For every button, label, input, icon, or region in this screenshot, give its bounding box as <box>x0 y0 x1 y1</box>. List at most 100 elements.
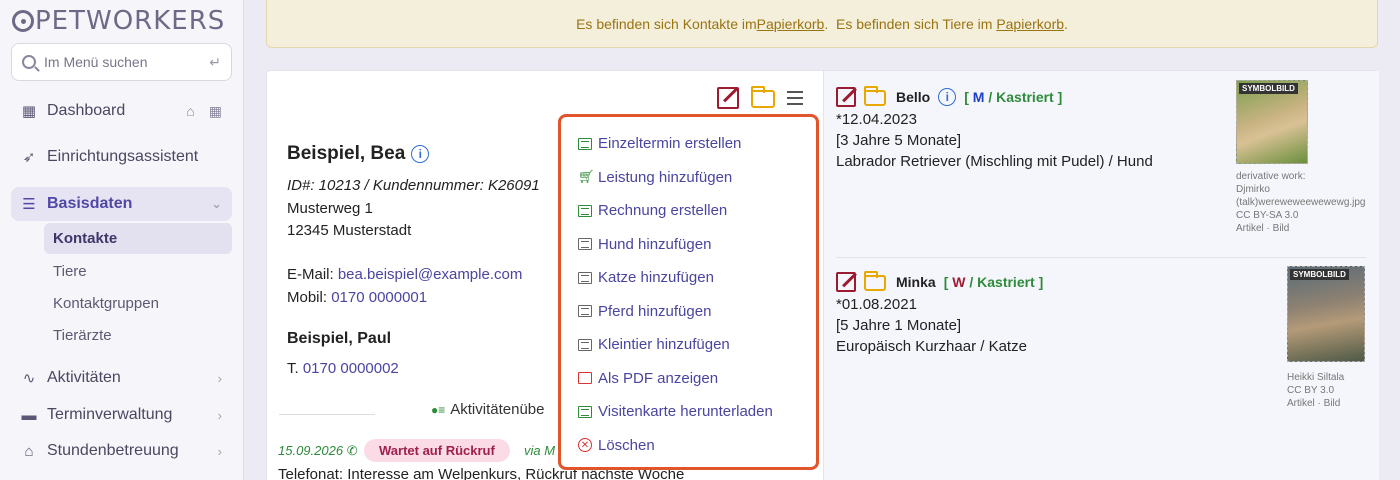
menu-search[interactable]: Im Menü suchen ↵ <box>11 43 232 81</box>
sidebar-subitem-vets[interactable]: Tierärzte <box>44 320 232 351</box>
sidebar-item-appointments[interactable]: ▬ Terminverwaltung › <box>11 398 232 432</box>
credit-line: CC BY 3.0 <box>1287 385 1335 396</box>
contact-card: Beispiel, Bea i ID#: 10213 / Kundennumme… <box>266 70 1379 480</box>
chevron-right-icon: › <box>217 443 222 459</box>
pet-breed: Labrador Retriever (Mischling mit Pudel)… <box>836 153 1153 170</box>
contact-name: Beispiel, Bea i <box>287 143 430 165</box>
edit-icon[interactable] <box>717 87 739 109</box>
logo-icon <box>12 10 34 32</box>
menu-item-create-appointment[interactable]: Einzeltermin erstellen <box>561 127 816 161</box>
photo-credit: Heikki Siltala CC BY 3.0 Artikel · Bild <box>1287 371 1377 410</box>
activity-icon: ∿ <box>22 370 36 387</box>
search-input[interactable]: Im Menü suchen <box>44 54 209 70</box>
pet-age: [3 Jahre 5 Monate] <box>836 132 962 149</box>
activities-heading: Aktivitätenübe <box>450 401 545 418</box>
pet-name[interactable]: Bello <box>896 89 930 105</box>
sidebar-subitem-animals[interactable]: Tiere <box>44 256 232 287</box>
contacts-icon: ☰ <box>22 196 36 213</box>
phone-icon: ✆ <box>346 443 358 458</box>
menu-item-add-dog[interactable]: Hund hinzufügen <box>561 228 816 262</box>
photo-tag: SYMBOLBILD <box>1290 269 1349 280</box>
photo-credit: derivative work: Djmirko (talk)werewewee… <box>1236 170 1376 235</box>
activities-overview-link[interactable]: ●≡ Aktivitätenübe <box>431 401 544 418</box>
pet-breed: Europäisch Kurzhaar / Katze <box>836 338 1027 355</box>
pet-age: [5 Jahre 1 Monate] <box>836 317 962 334</box>
menu-item-label: Als PDF anzeigen <box>598 369 719 387</box>
calendar-icon: ▬ <box>21 406 37 424</box>
sidebar-item-label: Einrichtungsassistent <box>47 148 199 165</box>
folder-icon[interactable] <box>864 271 886 291</box>
activity-via: via M <box>524 443 556 458</box>
enter-icon: ↵ <box>209 53 221 70</box>
folder-icon[interactable] <box>751 86 775 108</box>
menu-item-add-horse[interactable]: Pferd hinzufügen <box>561 295 816 329</box>
sidebar-item-base-data[interactable]: ☰ Basisdaten ⌄ <box>11 187 232 221</box>
chevron-down-icon: ⌄ <box>211 196 222 211</box>
menu-item-add-small-animal[interactable]: Kleintier hinzufügen <box>561 328 816 362</box>
menu-item-download-vcard[interactable]: Visitenkarte herunterladen <box>561 395 816 429</box>
activity-date-text: 15.09.2026 <box>278 443 344 458</box>
menu-icon[interactable] <box>787 91 803 105</box>
info-icon[interactable]: i <box>938 88 957 106</box>
divider <box>836 257 1366 258</box>
trash-link-animals[interactable]: Papierkorb <box>996 16 1064 32</box>
phone-link[interactable]: 0170 0000002 <box>303 360 399 377</box>
calendar-icon <box>578 137 592 150</box>
menu-item-delete[interactable]: ✕ Löschen <box>561 429 816 463</box>
home-icon[interactable]: ⌂ <box>186 103 194 120</box>
pet-entry: Bello i [ M / Kastriert ] *12.04.2023 [3… <box>836 86 1153 170</box>
email-link[interactable]: bea.beispiel@example.com <box>338 266 523 283</box>
sidebar-item-label: Dashboard <box>47 102 126 119</box>
grid-icon: ▦ <box>21 103 37 120</box>
mobile-link[interactable]: 0170 0000001 <box>331 289 427 306</box>
menu-item-label: Visitenkarte herunterladen <box>598 403 773 421</box>
calendar-icon[interactable]: ▦ <box>209 103 222 120</box>
trash-link-contacts[interactable]: Papierkorb <box>757 16 825 32</box>
contact-name-text: Beispiel, Bea <box>287 143 406 164</box>
divider <box>279 414 375 415</box>
folder-icon[interactable] <box>864 86 886 106</box>
close-circle-icon: ✕ <box>578 438 592 453</box>
contact-city: 12345 Musterstadt <box>287 222 412 239</box>
sidebar-item-dashboard[interactable]: ▦ Dashboard ⌂ ▦ <box>11 94 232 128</box>
phone-label: T. <box>287 360 303 377</box>
credit-line: Djmirko <box>1236 184 1270 195</box>
sidebar-item-activities[interactable]: ∿ Aktivitäten › <box>11 361 232 395</box>
menu-item-add-cat[interactable]: Katze hinzufügen <box>561 261 816 295</box>
contact-street: Musterweg 1 <box>287 200 373 217</box>
status-badge: Wartet auf Rückruf <box>364 439 510 462</box>
brand-logo[interactable]: PETWORKERS <box>12 6 225 36</box>
sidebar-item-hourly-care[interactable]: ⌂ Stundenbetreuung › <box>11 434 232 468</box>
edit-icon[interactable] <box>836 272 856 292</box>
sidebar-subitem-contact-groups[interactable]: Kontaktgruppen <box>44 288 232 319</box>
pet-neutered: Kastriert <box>996 89 1054 105</box>
pet-photo[interactable]: SYMBOLBILD <box>1236 80 1308 164</box>
pet-sex: M <box>972 89 985 105</box>
chevron-right-icon: › <box>217 407 222 423</box>
photo-tag: SYMBOLBILD <box>1239 83 1298 94</box>
contact-mobile-line: Mobil: 0170 0000001 <box>287 289 427 306</box>
menu-item-create-invoice[interactable]: Rechnung erstellen <box>561 194 816 228</box>
info-icon[interactable]: i <box>411 145 430 163</box>
pet-neutered: Kastriert <box>977 274 1035 290</box>
pet-name[interactable]: Minka <box>896 274 936 290</box>
pdf-icon <box>578 372 592 385</box>
edit-icon[interactable] <box>836 87 856 107</box>
notice-text: . <box>1064 15 1068 32</box>
chevron-right-icon: › <box>217 370 222 386</box>
credit-line: derivative work: <box>1236 171 1306 182</box>
menu-item-show-pdf[interactable]: Als PDF anzeigen <box>561 362 816 396</box>
menu-item-add-service[interactable]: 🛒︎ Leistung hinzufügen <box>561 161 816 195</box>
trash-notice: Es befinden sich Kontakte im Papierkorb … <box>266 0 1378 48</box>
menu-item-label: Löschen <box>598 436 655 454</box>
menu-item-label: Pferd hinzufügen <box>598 302 712 320</box>
pet-entry: Minka [ W / Kastriert ] *01.08.2021 [5 J… <box>836 271 1043 355</box>
credit-links[interactable]: Artikel · Bild <box>1287 397 1377 410</box>
sidebar-subitem-contacts[interactable]: Kontakte <box>44 223 232 254</box>
credit-links[interactable]: Artikel · Bild <box>1236 222 1376 235</box>
brand-name: PETWORKERS <box>35 6 226 36</box>
menu-item-label: Katze hinzufügen <box>598 269 714 287</box>
pet-photo[interactable]: SYMBOLBILD <box>1287 266 1365 362</box>
contact-email-line: E-Mail: bea.beispiel@example.com <box>287 266 522 283</box>
sidebar-item-setup-wizard[interactable]: ➶ Einrichtungsassistent <box>11 140 232 174</box>
